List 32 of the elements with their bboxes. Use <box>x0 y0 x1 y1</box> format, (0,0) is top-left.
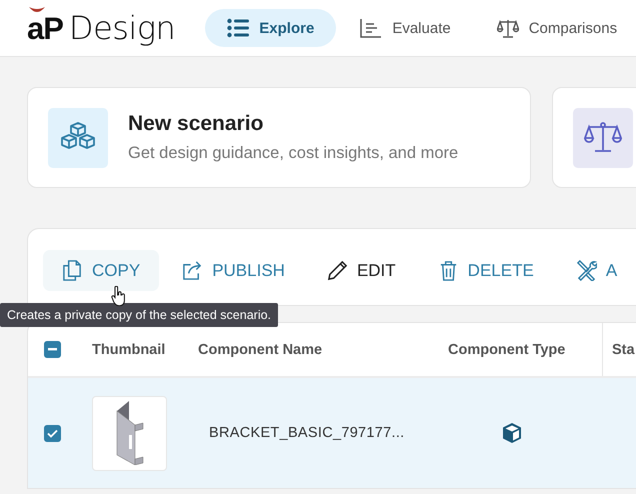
copy-icon <box>62 260 83 281</box>
cube-icon <box>501 422 523 444</box>
nav-tab[interactable]: Evaluate <box>338 9 473 47</box>
nav-tab[interactable]: Explore <box>205 9 336 47</box>
tools-icon <box>576 260 597 281</box>
select-all-checkbox[interactable] <box>44 341 61 358</box>
nav-tab[interactable]: Comparisons <box>474 9 636 47</box>
logo-name: Design <box>68 9 176 47</box>
card-title: New scenario <box>128 112 264 136</box>
toolbar-button[interactable]: DELETE <box>418 250 553 291</box>
tooltip: Creates a private copy of the selected scenario. <box>0 303 278 327</box>
column-header[interactable]: Component Name <box>198 342 322 358</box>
minus-icon <box>48 348 57 351</box>
toolbar-button[interactable]: A <box>556 250 636 291</box>
row-checkbox[interactable] <box>44 424 61 442</box>
card-subtitle: Get design guidance, cost insights, and more <box>128 144 458 163</box>
toolbar-button[interactable]: EDIT <box>308 250 415 291</box>
scenario-card[interactable]: New scenario Get design guidance, cost insights, and more <box>27 87 531 188</box>
column-header[interactable]: Component Type <box>448 342 566 358</box>
table-cell-text: BRACKET_BASIC_797177... <box>208 425 406 441</box>
toolbar-button[interactable]: COPY <box>43 250 160 291</box>
share-icon <box>182 260 204 281</box>
scale-icon <box>584 122 622 154</box>
column-header[interactable]: Sta <box>612 342 635 358</box>
toolbar-button[interactable]: PUBLISH <box>163 250 304 291</box>
chart-icon <box>360 18 382 38</box>
scale-icon <box>496 18 519 38</box>
column-header[interactable]: Thumbnail <box>92 342 166 358</box>
pencil-icon <box>326 260 348 281</box>
check-icon <box>47 428 58 438</box>
table-row[interactable]: BRACKET_BASIC_797177... <box>28 378 636 488</box>
list-icon <box>227 18 250 38</box>
